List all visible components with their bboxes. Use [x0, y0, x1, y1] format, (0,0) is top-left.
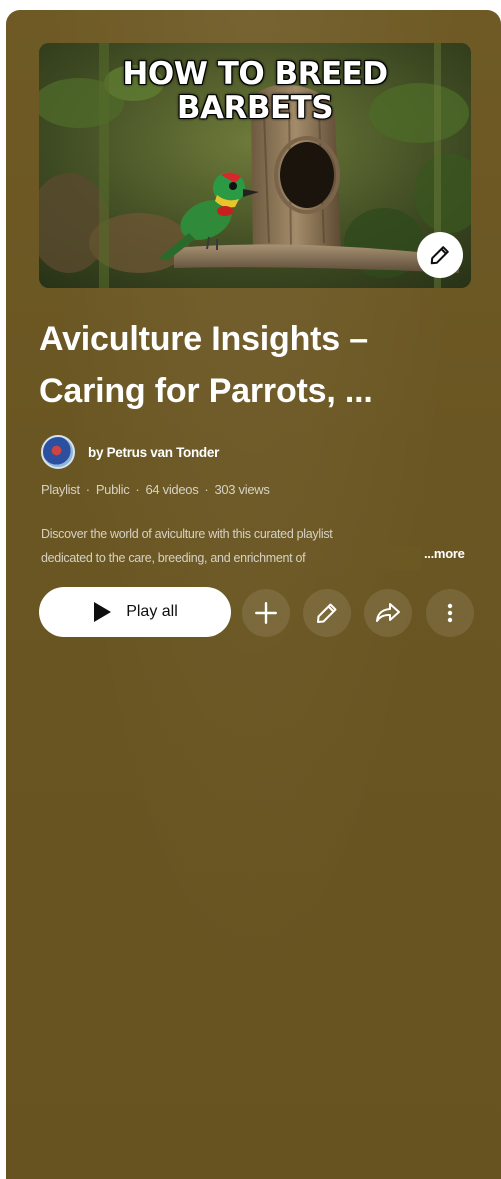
add-to-button[interactable]	[242, 589, 290, 637]
play-all-label: Play all	[126, 603, 178, 620]
playlist-thumbnail[interactable]: HOW TO BREED BARBETS	[39, 43, 471, 288]
meta-separator: ·	[85, 482, 90, 497]
playlist-owner[interactable]: by Petrus van Tonder	[41, 435, 219, 469]
meta-separator: ·	[135, 482, 140, 497]
play-all-button[interactable]: Play all	[39, 587, 231, 637]
playlist-title[interactable]: Aviculture Insights – Caring for Parrots…	[39, 313, 469, 417]
playlist-meta: Playlist · Public · 64 videos · 303 view…	[41, 482, 270, 497]
play-icon	[94, 602, 112, 622]
thumbnail-title-line-1: HOW TO BREED	[122, 56, 388, 92]
playlist-video-count: 64 videos	[145, 482, 199, 497]
thumbnail-title-line-2: BARBETS	[176, 90, 334, 126]
plus-icon	[255, 602, 277, 624]
more-actions-button[interactable]	[426, 589, 474, 637]
edit-button[interactable]	[303, 589, 351, 637]
pencil-icon	[317, 603, 337, 623]
more-vertical-icon	[447, 603, 453, 623]
share-icon	[376, 603, 400, 622]
owner-name[interactable]: by Petrus van Tonder	[88, 445, 219, 460]
description-line-1: Discover the world of aviculture with th…	[41, 527, 333, 541]
playlist-view-count: 303 views	[214, 482, 270, 497]
avatar[interactable]	[41, 435, 75, 469]
playlist-description[interactable]: Discover the world of aviculture with th…	[41, 522, 476, 570]
edit-thumbnail-button[interactable]	[417, 232, 463, 278]
meta-separator: ·	[204, 482, 209, 497]
pencil-icon	[430, 246, 449, 265]
playlist-header-panel: HOW TO BREED BARBETS Aviculture Insights…	[6, 10, 501, 1179]
playlist-type: Playlist	[41, 482, 80, 497]
playlist-title-line-1: Aviculture Insights –	[39, 320, 368, 358]
playlist-title-line-2: Caring for Parrots, ...	[39, 372, 373, 410]
description-more-link[interactable]: ...more	[424, 546, 465, 561]
thumbnail-title: HOW TO BREED BARBETS	[39, 57, 471, 125]
playlist-visibility[interactable]: Public	[96, 482, 130, 497]
share-button[interactable]	[364, 589, 412, 637]
description-line-2: dedicated to the care, breeding, and enr…	[41, 546, 421, 570]
